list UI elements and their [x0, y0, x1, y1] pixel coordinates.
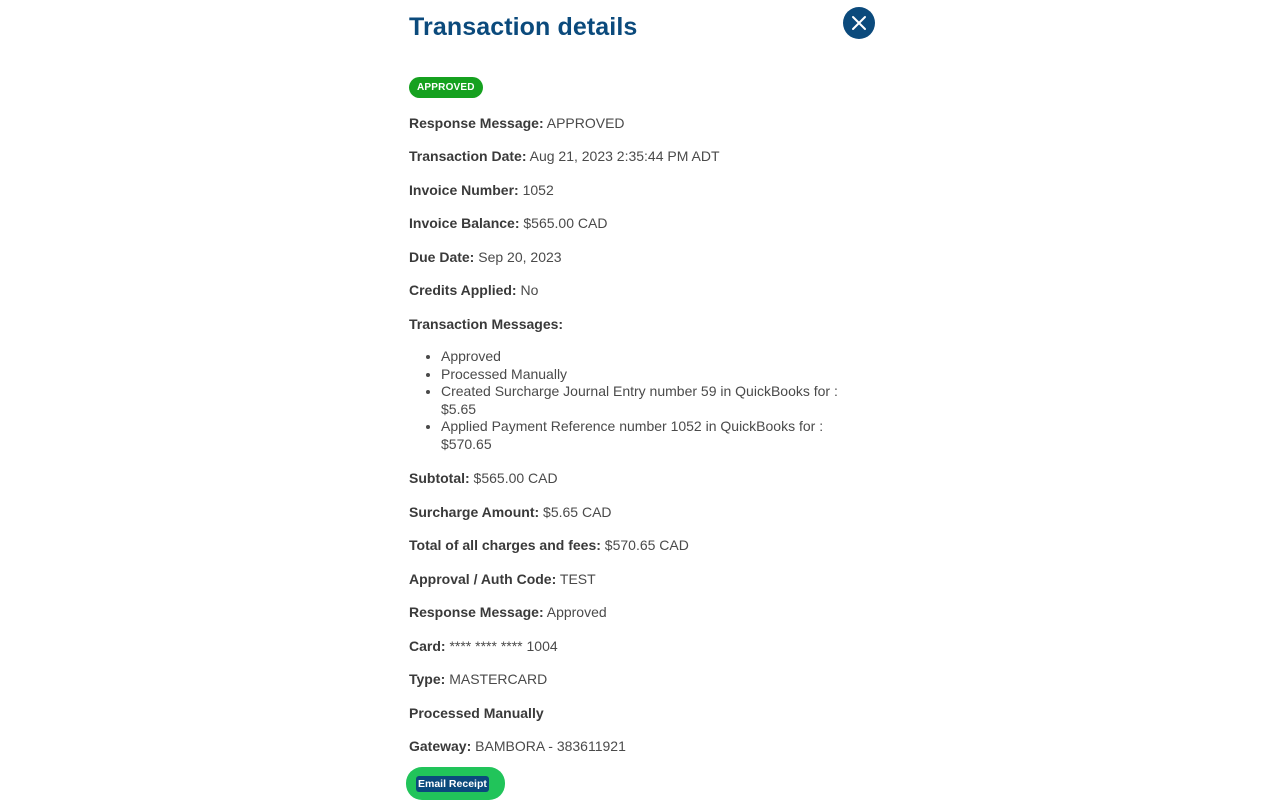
subtotal-label: Subtotal: [409, 470, 470, 486]
processed-manually-row: Processed Manually [409, 704, 544, 722]
page-title: Transaction details [409, 13, 638, 41]
processed-manually-label: Processed Manually [409, 705, 544, 721]
invoice-number-value: 1052 [522, 182, 554, 198]
invoice-number-row: Invoice Number: 1052 [409, 181, 554, 199]
transaction-messages-label: Transaction Messages: [409, 316, 564, 332]
list-item: Applied Payment Reference number 1052 in… [441, 418, 871, 453]
surcharge-amount-row: Surcharge Amount: $5.65 CAD [409, 503, 612, 521]
email-receipt-button[interactable]: Email Receipt [406, 767, 505, 800]
invoice-balance-value: $565.00 CAD [523, 215, 608, 231]
list-item: Processed Manually [441, 366, 871, 384]
total-charges-row: Total of all charges and fees: $570.65 C… [409, 536, 689, 554]
surcharge-amount-label: Surcharge Amount: [409, 504, 540, 520]
card-label: Card: [409, 638, 446, 654]
close-button[interactable] [843, 7, 875, 39]
response-message-summary-label: Response Message: [409, 604, 544, 620]
response-message-summary-row: Response Message: Approved [409, 603, 607, 621]
transaction-messages-list: Approved Processed Manually Created Surc… [409, 348, 871, 454]
close-icon [852, 16, 866, 30]
approval-code-row: Approval / Auth Code: TEST [409, 570, 596, 588]
transaction-date-label: Transaction Date: [409, 148, 527, 164]
subtotal-row: Subtotal: $565.00 CAD [409, 469, 558, 487]
response-message-value: APPROVED [546, 115, 625, 131]
response-message-row: Response Message: APPROVED [409, 114, 625, 132]
total-charges-label: Total of all charges and fees: [409, 537, 601, 553]
invoice-balance-row: Invoice Balance: $565.00 CAD [409, 214, 607, 232]
status-badge: APPROVED [409, 77, 483, 98]
due-date-label: Due Date: [409, 249, 475, 265]
approval-code-label: Approval / Auth Code: [409, 571, 557, 587]
gateway-value: BAMBORA - 383611921 [475, 738, 626, 754]
type-label: Type: [409, 671, 446, 687]
transaction-date-value: Aug 21, 2023 2:35:44 PM ADT [529, 148, 720, 164]
transaction-date-row: Transaction Date: Aug 21, 2023 2:35:44 P… [409, 147, 720, 165]
response-message-label: Response Message: [409, 115, 544, 131]
approval-code-value: TEST [559, 571, 596, 587]
gateway-row: Gateway: BAMBORA - 383611921 [409, 737, 626, 755]
type-value: MASTERCARD [449, 671, 548, 687]
email-receipt-label: Email Receipt [416, 775, 489, 792]
list-item: Created Surcharge Journal Entry number 5… [441, 383, 871, 418]
transaction-messages-heading: Transaction Messages: [409, 315, 563, 333]
credits-applied-row: Credits Applied: No [409, 281, 538, 299]
list-item: Approved [441, 348, 871, 366]
card-row: Card: **** **** **** 1004 [409, 637, 558, 655]
credits-applied-label: Credits Applied: [409, 282, 517, 298]
subtotal-value: $565.00 CAD [473, 470, 558, 486]
due-date-value: Sep 20, 2023 [478, 249, 562, 265]
invoice-number-label: Invoice Number: [409, 182, 519, 198]
gateway-label: Gateway: [409, 738, 472, 754]
total-charges-value: $570.65 CAD [604, 537, 689, 553]
surcharge-amount-value: $5.65 CAD [543, 504, 612, 520]
card-value: **** **** **** 1004 [449, 638, 558, 654]
type-row: Type: MASTERCARD [409, 670, 547, 688]
credits-applied-value: No [520, 282, 539, 298]
invoice-balance-label: Invoice Balance: [409, 215, 520, 231]
response-message-summary-value: Approved [546, 604, 607, 620]
due-date-row: Due Date: Sep 20, 2023 [409, 248, 562, 266]
